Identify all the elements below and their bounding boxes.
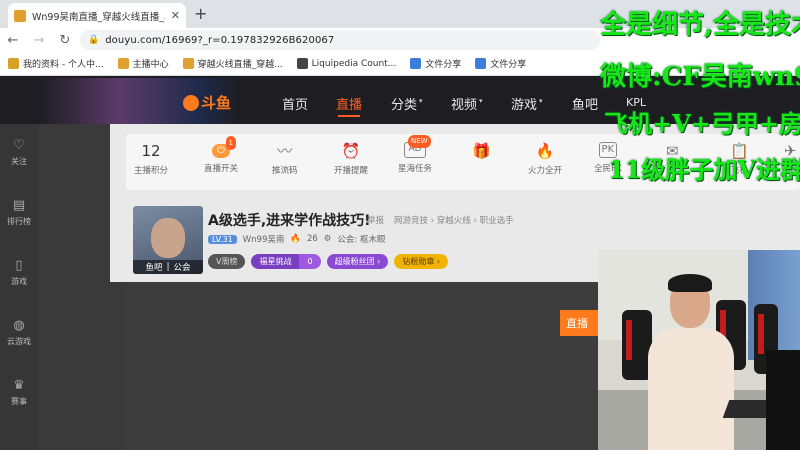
room-tags: V周榜 福星挑战 0 超级粉丝团 › 钻粉勋章 › xyxy=(208,254,449,269)
gamepad-icon: ◍ xyxy=(13,318,25,333)
bookmark-favicon-icon xyxy=(117,58,129,69)
lucky-challenge-count: 0 xyxy=(299,254,321,269)
forward-arrow-icon[interactable]: → xyxy=(32,33,46,48)
tab-title: Wn99吴南直播_穿越火线直播_斗 xyxy=(32,11,165,23)
site-logo[interactable]: 斗鱼 xyxy=(183,92,231,113)
overlay-line-2: 微博:CF吴南wn99 xyxy=(600,62,800,92)
fish-logo-icon xyxy=(183,94,199,111)
overlay-line-3: 飞机+V+弓甲+房管 xyxy=(604,109,800,138)
sidebar-item-games[interactable]: ▯ 游戏 xyxy=(0,258,38,287)
waveform-icon: 〰 xyxy=(277,142,293,160)
gift-icon: 🎁 xyxy=(472,142,491,160)
browser-tab[interactable]: Wn99吴南直播_穿越火线直播_斗 ✕ xyxy=(8,3,186,28)
bookmark-item[interactable]: 穿越火线直播_穿越... xyxy=(182,57,283,70)
nav-video[interactable]: 视频 xyxy=(451,94,477,113)
site-favicon-icon xyxy=(14,9,26,22)
weekly-rank-tag[interactable]: V周榜 xyxy=(208,254,246,269)
ad-icon: AD NEW xyxy=(404,135,431,158)
avatar-strip: 鱼吧 | 公会 xyxy=(133,260,203,274)
toolbar-full-power[interactable]: 🔥 火力全开 xyxy=(528,142,562,176)
live-label: 直播 xyxy=(560,310,600,336)
toolbar-live-reminder[interactable]: ⏰ 开播提醒 xyxy=(334,142,368,176)
webcam-feed xyxy=(598,250,800,450)
url-text: douyu.com/16969?_r=0.197832926B620067 xyxy=(105,34,335,46)
new-badge: NEW xyxy=(407,135,431,148)
guild-text[interactable]: 公会: 枢木眼 xyxy=(337,233,385,245)
streamer-info: LV.31 Wn99吴南 🔥 26 ⚙ 公会: 枢木眼 xyxy=(208,233,385,245)
nav-active-indicator xyxy=(338,115,360,117)
guild-icon: ⚙ xyxy=(323,234,332,244)
trophy-icon: ♛ xyxy=(13,378,25,393)
bookmark-item[interactable]: Liquipedia Count... xyxy=(296,58,396,69)
heart-icon: ♡ xyxy=(13,138,25,153)
toolbar-star-tasks[interactable]: AD NEW 星海任务 xyxy=(398,135,432,174)
bookmark-favicon-icon xyxy=(296,58,308,69)
report-link[interactable]: 举报 xyxy=(367,214,384,226)
back-arrow-icon[interactable]: ← xyxy=(6,33,20,48)
diamond-fan-tag[interactable]: 钻粉勋章 › xyxy=(394,254,449,269)
heat-icon: 🔥 xyxy=(290,234,301,244)
new-tab-button[interactable]: + xyxy=(194,4,207,23)
reload-icon[interactable]: ↻ xyxy=(58,33,72,48)
tab-close-icon[interactable]: ✕ xyxy=(171,9,180,22)
sidebar-item-events[interactable]: ♛ 赛事 xyxy=(0,378,38,407)
streamer-avatar[interactable]: 鱼吧 | 公会 xyxy=(133,206,203,274)
sidebar-item-ranking[interactable]: ▤ 排行榜 xyxy=(0,198,38,227)
sidebar-item-follow[interactable]: ♡ 关注 xyxy=(0,138,38,167)
toolbar-live-switch[interactable]: ⏻ 1 直播开关 xyxy=(204,136,238,174)
lucky-challenge-tag[interactable]: 福星挑战 xyxy=(251,254,300,269)
bookmark-item[interactable]: 文件分享 xyxy=(475,57,526,70)
category-breadcrumb[interactable]: 网游竞技 › 穿越火线 › 职业选手 xyxy=(394,214,514,226)
bookmark-item[interactable]: 主播中心 xyxy=(117,57,169,70)
fan-club-tag[interactable]: 超级粉丝团 › xyxy=(326,254,389,269)
live-switch-toggle-icon: ⏻ 1 xyxy=(212,136,236,158)
toolbar-stream-key[interactable]: 〰 推流码 xyxy=(272,142,298,176)
flame-icon: 🔥 xyxy=(535,142,555,160)
sidebar-item-cloud-games[interactable]: ◍ 云游戏 xyxy=(0,318,38,347)
bookmark-favicon-icon xyxy=(410,58,422,69)
phone-icon: ▯ xyxy=(15,258,23,273)
ranking-list-icon: ▤ xyxy=(12,198,26,213)
bookmark-favicon-icon xyxy=(8,58,19,69)
heat-value: 26 xyxy=(306,234,318,244)
notification-badge: 1 xyxy=(225,136,236,150)
bookmark-item[interactable]: 我的资料 - 个人中... xyxy=(8,57,104,70)
bookmark-item[interactable]: 文件分享 xyxy=(410,57,461,70)
toolbar-gift[interactable]: 🎁 xyxy=(472,142,491,164)
nav-games[interactable]: 游戏 xyxy=(511,94,537,113)
points-value: 12 xyxy=(141,142,161,160)
streamer-points[interactable]: 12 主播积分 xyxy=(134,142,168,176)
chevron-down-icon: ▾ xyxy=(419,97,423,105)
overlay-line-1: 全是细节,全是技术, xyxy=(600,10,800,40)
bookmark-favicon-icon xyxy=(182,58,194,69)
points-label: 主播积分 xyxy=(134,166,169,176)
nav-home[interactable]: 首页 xyxy=(282,94,308,113)
streamer-name[interactable]: Wn99吴南 xyxy=(243,233,285,245)
chevron-down-icon: ▾ xyxy=(539,97,543,105)
lock-icon: 🔒 xyxy=(88,35,100,45)
nav-live[interactable]: 直播 xyxy=(336,94,362,113)
logo-text: 斗鱼 xyxy=(201,94,232,112)
bookmark-favicon-icon xyxy=(475,58,487,69)
nav-fishbar[interactable]: 鱼吧 xyxy=(572,94,598,113)
chevron-down-icon: ▾ xyxy=(479,97,483,105)
alarm-clock-icon: ⏰ xyxy=(341,142,361,160)
address-bar[interactable]: 🔒 douyu.com/16969?_r=0.197832926B620067 xyxy=(80,30,600,50)
nav-category[interactable]: 分类 xyxy=(391,94,417,113)
room-title: A级选手,进来学作战技巧! xyxy=(208,213,371,229)
level-badge: LV.31 xyxy=(208,234,237,244)
overlay-line-4: 11级胖子加V进群 xyxy=(608,155,800,184)
